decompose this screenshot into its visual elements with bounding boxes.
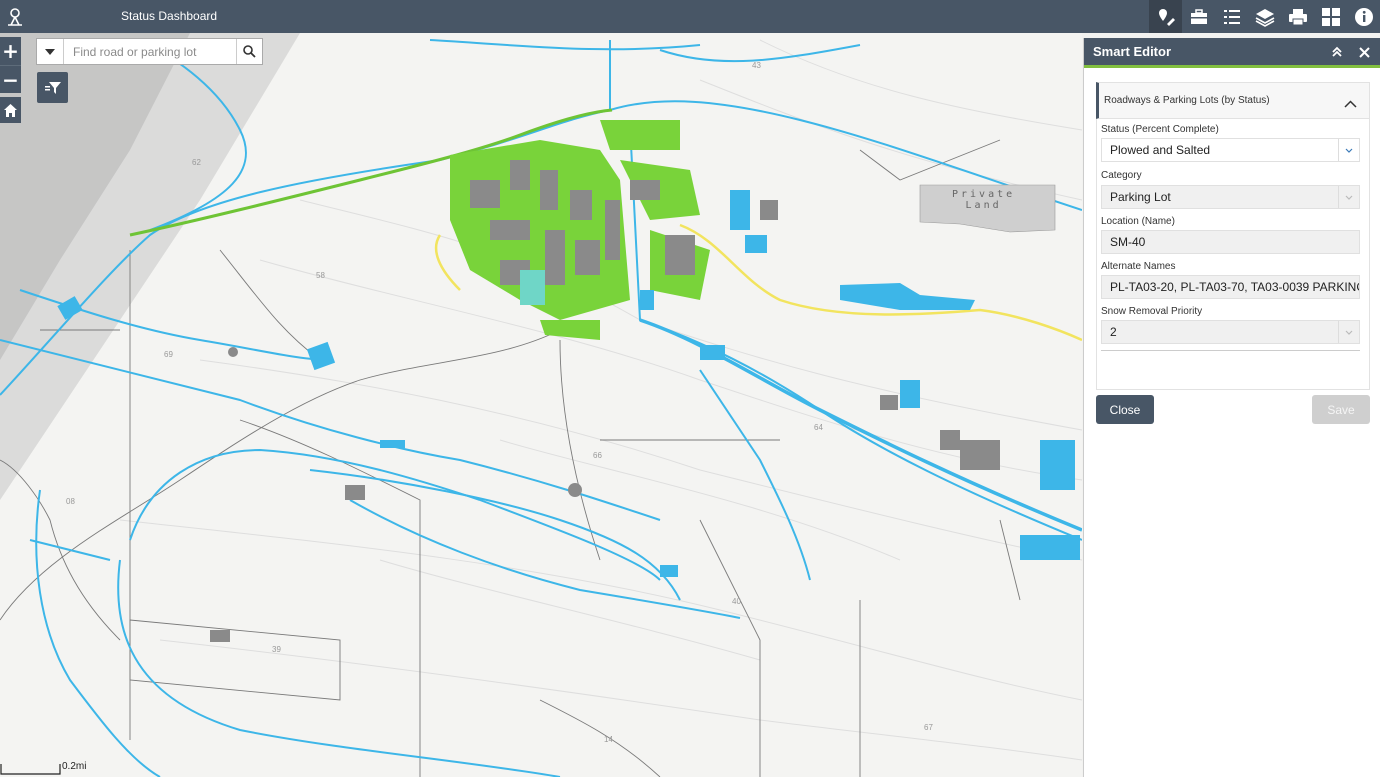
category-label: Category	[1101, 170, 1142, 181]
chevron-down-icon[interactable]	[1338, 139, 1359, 161]
close-panel-icon[interactable]	[1357, 45, 1371, 59]
map-label-69: 69	[164, 350, 173, 359]
alternate-names-field: PL-TA03-20, PL-TA03-70, TA03-0039 PARKIN…	[1101, 275, 1360, 299]
scalebar-label: 0.2mi	[62, 761, 87, 772]
map-label-66: 66	[593, 451, 602, 460]
app-logo-icon	[2, 4, 28, 30]
info-icon[interactable]	[1347, 0, 1380, 33]
map-label-64: 64	[814, 423, 823, 432]
map-label-58: 58	[316, 271, 325, 280]
layer-section-header[interactable]: Roadways & Parking Lots (by Status)	[1096, 82, 1370, 119]
map-label-private-land: Private Land	[952, 189, 1016, 211]
location-value: SM-40	[1110, 235, 1146, 249]
search-box	[36, 38, 263, 65]
smart-editor-panel: Smart Editor Roadways & Parking Lots (by…	[1083, 38, 1380, 777]
map-label-14: 14	[604, 735, 613, 744]
status-value: Plowed and Salted	[1110, 143, 1211, 157]
basemap	[0, 33, 1082, 777]
map-view[interactable]: Private Land 43 62 58 69 66 08 40 64 14 …	[0, 33, 1082, 777]
map-label-39: 39	[272, 645, 281, 654]
search-source-dropdown[interactable]	[37, 39, 64, 64]
header-toolbar	[1149, 0, 1380, 33]
list-icon[interactable]	[1215, 0, 1248, 33]
alternate-names-label: Alternate Names	[1101, 261, 1176, 272]
location-label: Location (Name)	[1101, 216, 1175, 227]
edit-pin-icon[interactable]	[1149, 0, 1182, 33]
chevron-down-icon	[1338, 186, 1359, 208]
form-divider	[1101, 350, 1360, 351]
grid-icon[interactable]	[1314, 0, 1347, 33]
save-button[interactable]: Save	[1312, 395, 1370, 424]
priority-select: 2	[1101, 320, 1360, 344]
map-label-08: 08	[66, 497, 75, 506]
panel-title: Smart Editor	[1093, 44, 1172, 59]
search-button[interactable]	[236, 39, 262, 64]
filter-button[interactable]	[37, 72, 68, 103]
app-window: Status Dashboard Private Land 43 62 58 6…	[0, 0, 1380, 777]
home-button[interactable]	[0, 97, 21, 123]
zoom-controls: + −	[0, 37, 21, 93]
layer-title: Roadways & Parking Lots (by Status)	[1104, 95, 1270, 106]
map-label-62: 62	[192, 158, 201, 167]
location-field: SM-40	[1101, 230, 1360, 254]
priority-value: 2	[1110, 325, 1117, 339]
chevron-down-icon	[1338, 321, 1359, 343]
map-label-40: 40	[732, 597, 741, 606]
print-icon[interactable]	[1281, 0, 1314, 33]
layers-icon[interactable]	[1248, 0, 1281, 33]
category-value: Parking Lot	[1110, 190, 1171, 204]
status-label: Status (Percent Complete)	[1101, 124, 1219, 135]
home-icon	[4, 103, 17, 117]
zoom-out-button[interactable]: −	[0, 65, 21, 93]
map-label-43: 43	[752, 61, 761, 70]
zoom-in-button[interactable]: +	[0, 37, 21, 65]
category-select: Parking Lot	[1101, 185, 1360, 209]
chevron-up-icon[interactable]	[1344, 95, 1357, 113]
alternate-names-value: PL-TA03-20, PL-TA03-70, TA03-0039 PARKIN…	[1110, 280, 1360, 294]
scalebar: 0.2mi	[0, 760, 86, 777]
filter-icon	[44, 81, 61, 94]
app-header: Status Dashboard	[0, 0, 1380, 33]
search-input[interactable]	[64, 39, 236, 64]
caret-down-icon	[45, 48, 55, 55]
status-select[interactable]: Plowed and Salted	[1101, 138, 1360, 162]
close-button[interactable]: Close	[1096, 395, 1154, 424]
collapse-panel-icon[interactable]	[1330, 45, 1344, 59]
scalebar-line	[0, 764, 61, 775]
panel-header: Smart Editor	[1084, 38, 1380, 68]
map-label-67: 67	[924, 723, 933, 732]
app-title: Status Dashboard	[121, 9, 218, 23]
search-icon	[243, 45, 256, 58]
priority-label: Snow Removal Priority	[1101, 306, 1203, 317]
toolbox-icon[interactable]	[1182, 0, 1215, 33]
